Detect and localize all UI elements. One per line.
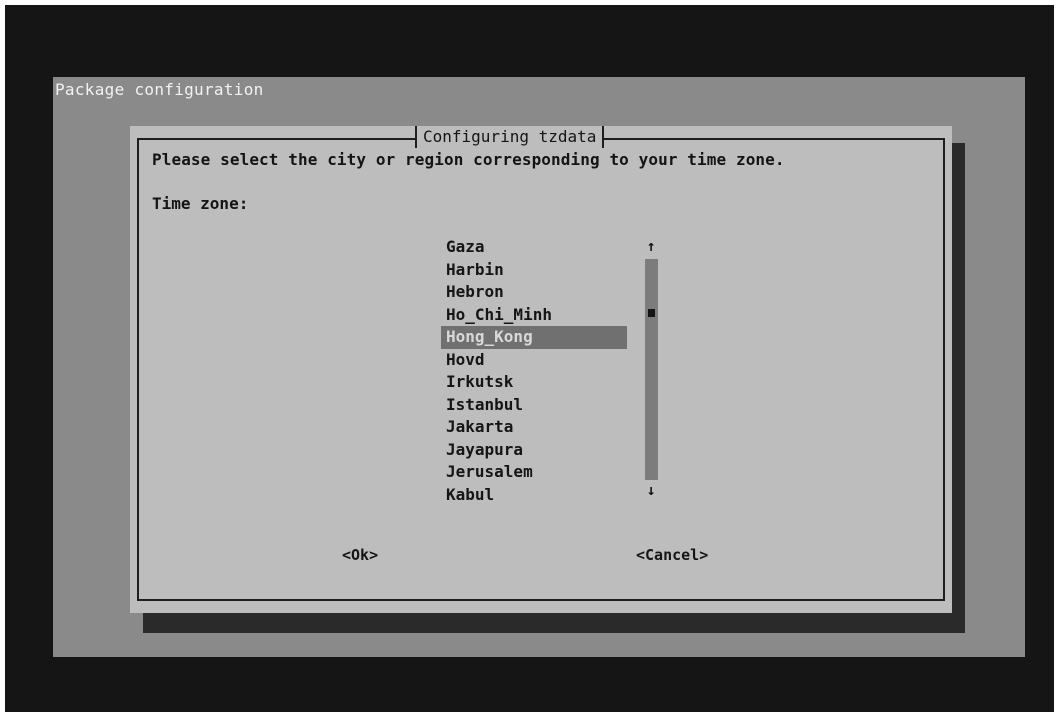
scroll-up-arrow-icon[interactable]: ↑ bbox=[644, 238, 658, 254]
console-screen: Package configuration Configuring tzdata… bbox=[53, 77, 1025, 657]
time-zone-option[interactable]: Ho_Chi_Minh bbox=[441, 304, 627, 327]
time-zone-option[interactable]: Gaza bbox=[441, 236, 627, 259]
time-zone-option[interactable]: Jakarta bbox=[441, 416, 627, 439]
time-zone-option[interactable]: Hovd bbox=[441, 349, 627, 372]
scrollbar-thumb[interactable] bbox=[648, 309, 655, 317]
time-zone-label: Time zone: bbox=[152, 194, 249, 213]
time-zone-option[interactable]: Irkutsk bbox=[441, 371, 627, 394]
time-zone-option[interactable]: Hebron bbox=[441, 281, 627, 304]
time-zone-option[interactable]: Jerusalem bbox=[441, 461, 627, 484]
dialog-prompt: Please select the city or region corresp… bbox=[152, 150, 785, 169]
time-zone-option[interactable]: Harbin bbox=[441, 259, 627, 282]
cancel-button[interactable]: <Cancel> bbox=[636, 546, 708, 564]
scrollbar-track[interactable] bbox=[645, 259, 658, 480]
ok-button[interactable]: <Ok> bbox=[342, 546, 378, 564]
scroll-down-arrow-icon[interactable]: ↓ bbox=[644, 482, 658, 498]
dialog-title: Configuring tzdata bbox=[415, 126, 605, 148]
time-zone-option[interactable]: Kabul bbox=[441, 484, 627, 507]
configuring-tzdata-dialog: Configuring tzdata Please select the cit… bbox=[130, 126, 952, 613]
monitor-bezel: Package configuration Configuring tzdata… bbox=[5, 5, 1054, 712]
time-zone-option[interactable]: Jayapura bbox=[441, 439, 627, 462]
time-zone-option[interactable]: Istanbul bbox=[441, 394, 627, 417]
screen-title: Package configuration bbox=[55, 80, 264, 99]
time-zone-list[interactable]: Gaza Harbin Hebron Ho_Chi_Minh Hong_Kong… bbox=[441, 236, 627, 506]
time-zone-option-selected[interactable]: Hong_Kong bbox=[441, 326, 627, 349]
